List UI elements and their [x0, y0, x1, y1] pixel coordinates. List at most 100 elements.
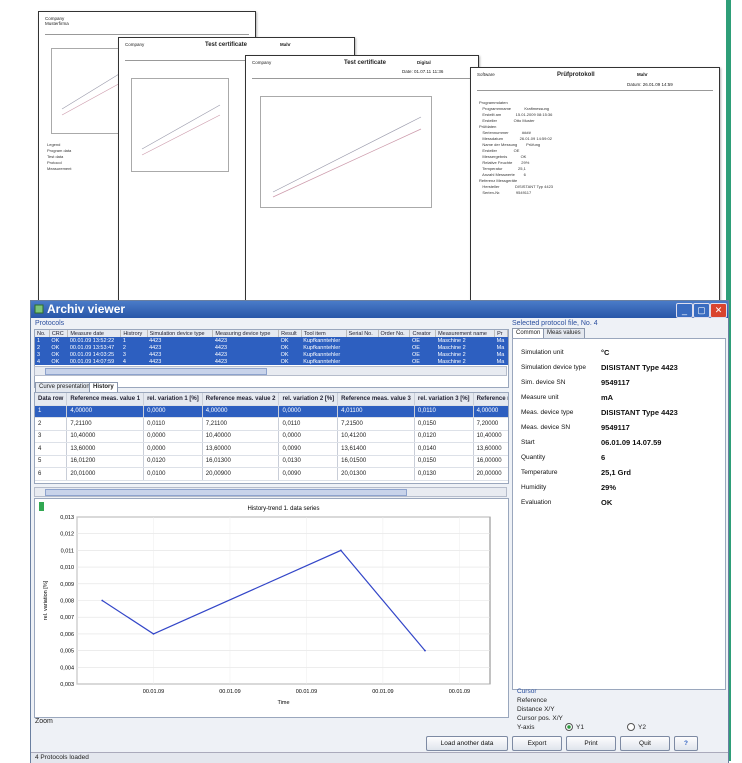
protocol-cell: Maschine 2: [435, 351, 495, 358]
history-column-header[interactable]: rel. variation 1 [%]: [143, 393, 203, 406]
properties-panel: Simulation unit °C Simulation device type D…: [512, 338, 726, 690]
protocol-row[interactable]: 3 OK 00.01.09 14:03:25 3 4423 4423 OK Kupfkannt…: [35, 351, 508, 358]
minimize-button[interactable]: _: [676, 303, 693, 318]
protocols-label: Protocols: [35, 320, 65, 327]
protocol-cell: Kupfkanntehler: [301, 358, 347, 365]
export-button[interactable]: Export: [512, 736, 562, 751]
protocols-column-header[interactable]: Measure date: [67, 330, 122, 337]
history-column-header[interactable]: Reference meas. value 2: [202, 393, 280, 406]
protocols-column-header[interactable]: Simulation device type: [147, 330, 214, 337]
y-tick-label: 0,010: [60, 565, 74, 571]
protocols-column-header[interactable]: Result: [278, 330, 302, 337]
cursor-label: Cursor: [517, 688, 537, 695]
protocol-cell: [346, 358, 379, 365]
protocol-cell: [346, 344, 379, 351]
protocol-cell: Maschine 2: [435, 337, 495, 344]
protocols-column-header[interactable]: Serial No.: [346, 330, 379, 337]
protocols-column-header[interactable]: Tool item: [301, 330, 347, 337]
history-column-header[interactable]: Reference meas. v: [473, 393, 508, 406]
protocol-cell: Kupfkanntehler: [301, 344, 347, 351]
tab-curve-presentation[interactable]: Curve presentation: [35, 382, 94, 392]
property-row: Simulation unit °C: [513, 347, 713, 359]
property-value: mA: [601, 393, 614, 402]
sheet-doc-title: Test certificate: [205, 42, 247, 48]
protocol-row[interactable]: 2 OK 00.01.09 13:53:47 2 4423 4423 OK Kupfkannt…: [35, 344, 508, 351]
protocols-column-header[interactable]: Measurement name: [435, 330, 496, 337]
history-column-header[interactable]: rel. variation 3 [%]: [414, 393, 474, 406]
protocols-column-header[interactable]: No.: [35, 330, 50, 337]
history-row[interactable]: 6 20,01000 0,0100 20,00900 0,0090 20,01300 0,0…: [35, 467, 508, 481]
protocols-column-header[interactable]: CRC: [49, 330, 69, 337]
print-button[interactable]: Print: [566, 736, 616, 751]
y-tick-label: 0,005: [60, 649, 74, 655]
protocol-cell: [346, 351, 379, 358]
history-column-header[interactable]: Reference meas. value 1: [66, 393, 145, 406]
maximize-button[interactable]: ▢: [693, 303, 710, 318]
protocols-column-header[interactable]: Histrory: [120, 330, 148, 337]
tab-history[interactable]: History: [89, 382, 118, 392]
radio-empty-icon: [627, 723, 635, 732]
history-cell: 13,60000: [66, 442, 145, 456]
protocol-row[interactable]: 1 OK 00.01.09 13:52:22 1 4423 4423 OK Kupfkannt…: [35, 337, 508, 344]
protocol-row[interactable]: 4 OK 00.01.09 14:07:59 4 4423 4423 OK Kupfkannt…: [35, 358, 508, 365]
scroll-thumb[interactable]: [45, 368, 267, 375]
history-cell: 0,0090: [278, 442, 339, 456]
protocol-cell: OE: [409, 351, 436, 358]
history-cell: 1: [35, 405, 68, 418]
history-cell: 13,60000: [473, 442, 508, 456]
tab-meas-values[interactable]: Meas values: [543, 328, 585, 338]
history-cell: 16,00000: [473, 455, 508, 468]
protocol-cell: 3: [120, 351, 148, 358]
quit-button[interactable]: Quit: [620, 736, 670, 751]
history-row[interactable]: 3 10,40000 0,0000 10,40000 0,0000 10,41200 0,0…: [35, 430, 508, 443]
protocols-body: 1 OK 00.01.09 13:52:22 1 4423 4423 OK Kupfkannt…: [35, 337, 508, 365]
property-row: Meas. device type DISISTANT Type 4423: [513, 407, 713, 419]
history-column-header[interactable]: Reference meas. value 3: [337, 393, 415, 406]
history-row[interactable]: 5 16,01200 0,0120 16,01300 0,0130 16,01500 0,0…: [35, 455, 508, 468]
history-row[interactable]: 2 7,21100 0,0110 7,21100 0,0110 7,21500 0,0150…: [35, 417, 508, 431]
protocols-hscrollbar[interactable]: [34, 366, 507, 376]
property-value: 29%: [601, 483, 617, 492]
scroll-thumb[interactable]: [45, 489, 407, 496]
sheet-doc-title: Prüfprotokoll: [557, 72, 595, 78]
history-hscrollbar[interactable]: [34, 487, 507, 497]
protocols-column-header[interactable]: Creator: [409, 330, 437, 337]
property-key: Humidity: [521, 484, 547, 491]
property-row: Humidity 29%: [513, 482, 713, 494]
history-cell: 16,01300: [202, 455, 280, 468]
protocols-column-header[interactable]: Measuring device type: [212, 330, 280, 337]
history-cell: 7,21500: [337, 417, 415, 431]
property-row: Measure unit mA: [513, 392, 713, 404]
property-key: Start: [521, 439, 535, 446]
property-key: Measure unit: [521, 394, 559, 401]
status-bar: 4 Protocols loaded: [31, 752, 728, 763]
protocols-column-header[interactable]: Pr: [494, 330, 508, 337]
protocol-cell: OK: [278, 337, 302, 344]
load-another-data-button[interactable]: Load another data: [426, 736, 508, 751]
history-column-header[interactable]: rel. variation 2 [%]: [278, 393, 339, 406]
protocol-cell: [378, 351, 410, 358]
protocol-cell: OK: [49, 351, 68, 358]
protocol-cell: 4: [120, 358, 148, 365]
protocols-column-header[interactable]: Order No.: [378, 330, 411, 337]
history-column-header[interactable]: Data row: [35, 393, 68, 406]
zoom-label[interactable]: Zoom: [35, 718, 53, 725]
history-trend-chart: History-trend 1. data series 0,003 0,004 0,…: [39, 502, 491, 706]
property-key: Evaluation: [521, 499, 552, 506]
history-cell: 0,0140: [414, 442, 474, 456]
protocol-cell: Ma: [494, 358, 508, 365]
tab-common[interactable]: Common: [512, 328, 545, 338]
y1-radio[interactable]: Y1: [565, 723, 584, 732]
history-row[interactable]: 4 13,60000 0,0000 13,60000 0,0090 13,61400 0,0…: [35, 442, 508, 456]
y2-radio[interactable]: Y2: [627, 723, 646, 732]
y-tick-label: 0,012: [60, 532, 74, 538]
protocol-cell: [378, 337, 410, 344]
history-cell: 4,01100: [337, 405, 415, 418]
history-cell: 20,00000: [473, 467, 508, 481]
help-button[interactable]: ?: [674, 736, 698, 751]
history-row[interactable]: 1 4,00000 0,0000 4,00000 0,0000 4,01100 0,0110…: [35, 405, 508, 418]
x-tick-label: 00.01.09: [296, 689, 317, 695]
property-row: Meas. device SN 9549117: [513, 422, 713, 434]
close-button[interactable]: ✕: [710, 303, 727, 318]
radio-selected-icon: [565, 723, 573, 732]
